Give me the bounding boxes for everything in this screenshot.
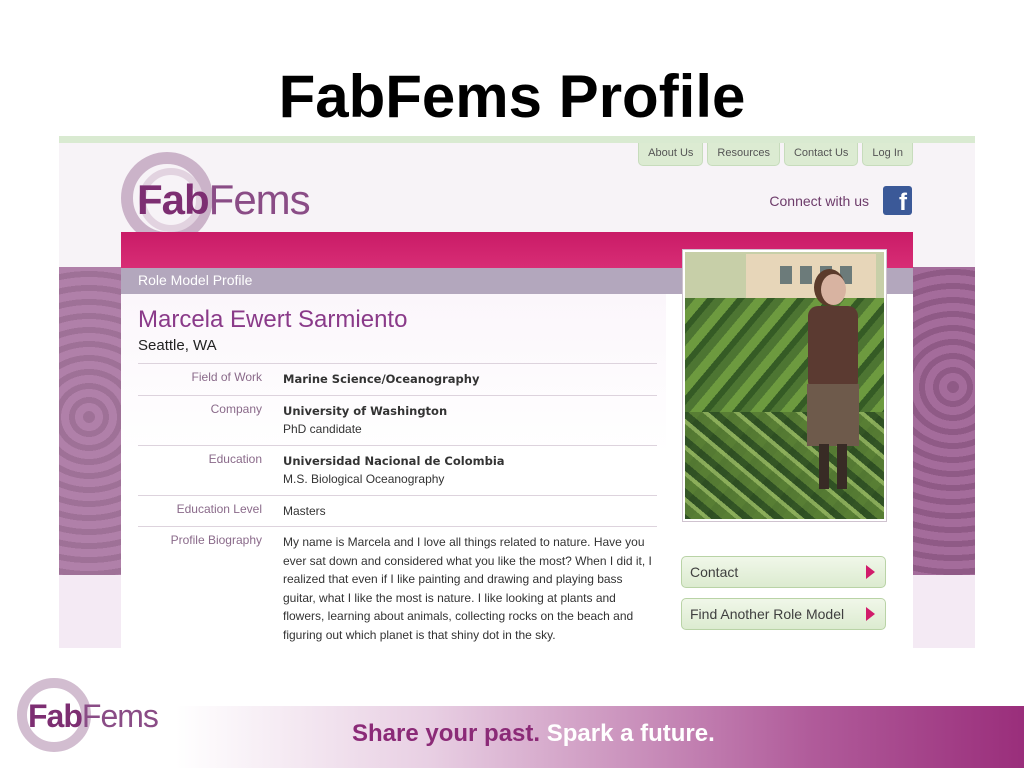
facebook-icon[interactable]: f [883, 186, 912, 216]
detail-row-education: Education Universidad Nacional de Colomb… [138, 444, 657, 495]
play-arrow-icon [866, 607, 875, 621]
detail-value: University of Washington PhD candidate [283, 402, 657, 439]
detail-label: Education Level [176, 501, 262, 516]
photo-person [803, 274, 863, 504]
logo-fab: Fab [137, 176, 210, 223]
detail-value-sub: Masters [283, 503, 326, 518]
profile-name: Marcela Ewert Sarmiento [138, 306, 408, 333]
detail-value: My name is Marcela and I love all things… [283, 533, 657, 644]
detail-row-field-of-work: Field of Work Marine Science/Oceanograph… [138, 363, 657, 395]
connect-with-us: Connect with us f [769, 186, 912, 216]
detail-row-biography: Profile Biography My name is Marcela and… [138, 526, 657, 648]
footer-logo: FabFems [14, 678, 184, 756]
logo-fems: Fems [208, 176, 311, 223]
section-header-title: Role Model Profile [138, 272, 253, 288]
site-logo[interactable]: FabFems [121, 150, 321, 245]
tagline-share: Share your past. [352, 720, 541, 747]
detail-value: Universidad Nacional de Colombia M.S. Bi… [283, 452, 657, 489]
profile-location: Seattle, WA [138, 337, 217, 354]
detail-value: Marine Science/Oceanography [283, 370, 657, 389]
nav-log-in[interactable]: Log In [862, 143, 913, 166]
top-nav: About Us Resources Contact Us Log In [638, 143, 913, 166]
find-another-role-model-button[interactable]: Find Another Role Model [681, 598, 886, 630]
nav-about-us[interactable]: About Us [638, 143, 704, 166]
profile-details: Field of Work Marine Science/Oceanograph… [138, 363, 657, 648]
detail-value-main: Marine Science/Oceanography [283, 372, 480, 386]
connect-label: Connect with us [769, 192, 869, 209]
detail-row-education-level: Education Level Masters [138, 494, 657, 527]
profile-photo [683, 250, 886, 521]
detail-value-sub: M.S. Biological Oceanography [283, 472, 445, 486]
detail-value-main: University of Washington [283, 403, 448, 418]
logo-text: FabFems [137, 176, 311, 224]
contact-button[interactable]: Contact [681, 556, 886, 588]
detail-value: Masters [283, 502, 657, 521]
find-another-label: Find Another Role Model [690, 606, 845, 622]
detail-row-company: Company University of Washington PhD can… [138, 394, 657, 445]
detail-label: Education [208, 451, 262, 466]
slide-title: FabFems Profile [278, 63, 746, 130]
tagline: Share your past. Spark a future. [352, 720, 715, 748]
footer-logo-fab: Fab [28, 698, 83, 734]
top-border [59, 136, 975, 143]
nav-resources[interactable]: Resources [707, 143, 780, 166]
nav-contact-us[interactable]: Contact Us [783, 143, 859, 166]
contact-button-label: Contact [690, 564, 739, 580]
website-screenshot: About Us Resources Contact Us Log In Fab… [59, 136, 975, 648]
footer-logo-fems: Fems [81, 698, 159, 734]
footer-logo-text: FabFems [28, 698, 159, 735]
decorative-background-right [913, 267, 975, 575]
detail-label: Company [210, 401, 262, 416]
tagline-spark: Spark a future. [546, 720, 715, 747]
biography-text: My name is Marcela and I love all things… [283, 535, 652, 642]
detail-label: Profile Biography [170, 533, 262, 547]
detail-value-sub: PhD candidate [283, 422, 362, 436]
detail-value-main: Universidad Nacional de Colombia [283, 453, 505, 468]
profile-panel: Role Model Profile Marcela Ewert Sarmien… [121, 232, 913, 648]
play-arrow-icon [866, 565, 875, 579]
detail-label: Field of Work [191, 370, 262, 384]
